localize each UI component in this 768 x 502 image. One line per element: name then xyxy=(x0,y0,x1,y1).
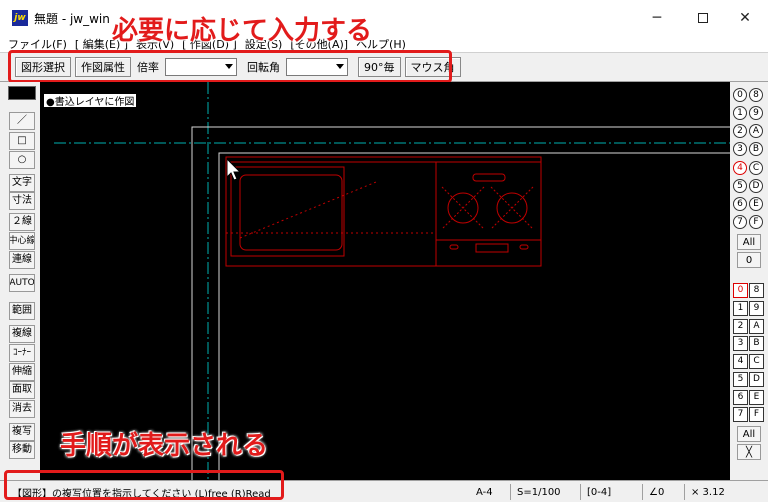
rectangle-tool-button[interactable]: □ xyxy=(9,132,35,150)
layer-6-button[interactable]: 6 xyxy=(733,390,748,405)
minimize-button[interactable]: ─ xyxy=(634,0,680,36)
group-8-button[interactable]: 8 xyxy=(749,88,763,102)
parallel-line-tool-button[interactable]: 複線 xyxy=(9,325,35,343)
status-layer[interactable]: [0-4] xyxy=(580,484,611,500)
window-title: 無題 - jw_win xyxy=(34,11,110,26)
layer-4-button[interactable]: 4 xyxy=(733,354,748,369)
right-layer-bar: 0 8 1 9 2 A 3 B 4 C 5 D 6 E 7 F All 0 0 … xyxy=(730,82,768,480)
status-paper-size[interactable]: A-4 xyxy=(470,484,493,500)
group-all-button[interactable]: All xyxy=(737,234,761,250)
layer-f-button[interactable]: F xyxy=(749,407,764,422)
group-a-button[interactable]: A xyxy=(749,124,763,138)
group-f-button[interactable]: F xyxy=(749,215,763,229)
layer-5-button[interactable]: 5 xyxy=(733,372,748,387)
group-b-button[interactable]: B xyxy=(749,142,763,156)
circle-tool-button[interactable]: ○ xyxy=(9,151,35,169)
layer-all-button[interactable]: All xyxy=(737,426,761,442)
group-3-button[interactable]: 3 xyxy=(733,142,747,156)
chamfer-tool-button[interactable]: 面取 xyxy=(9,381,35,399)
layer-7-button[interactable]: 7 xyxy=(733,407,748,422)
jw-win-window: jw 無題 - jw_win ─ ✕ ファイル(F) [ 編集(E) ] 表示(… xyxy=(0,0,768,502)
maximize-icon xyxy=(698,13,708,23)
layer-9-button[interactable]: 9 xyxy=(749,301,764,316)
group-9-button[interactable]: 9 xyxy=(749,106,763,120)
mouse-cursor-icon xyxy=(226,158,242,181)
stove-knob-left xyxy=(449,244,459,250)
layer-c-button[interactable]: C xyxy=(749,354,764,369)
toolbar-highlight-box xyxy=(8,50,452,83)
status-scale[interactable]: S=1/100 xyxy=(510,484,561,500)
group-4-button[interactable]: 4 xyxy=(733,161,747,175)
layer-clear-button[interactable]: ╳ xyxy=(737,444,761,460)
stove-vent xyxy=(472,173,506,182)
layer-1-button[interactable]: 1 xyxy=(733,301,748,316)
group-c-button[interactable]: C xyxy=(749,161,763,175)
layer-b-button[interactable]: B xyxy=(749,336,764,351)
maximize-button[interactable] xyxy=(680,0,726,36)
move-tool-button[interactable]: 移動 xyxy=(9,441,35,459)
range-tool-button[interactable]: 範囲 xyxy=(9,302,35,320)
app-icon: jw xyxy=(12,10,28,26)
left-toolbar: ／ □ ○ 文字 寸法 ２線 中心線 連線 AUTO 範囲 複線 ｺｰﾅｰ 伸縮… xyxy=(0,82,40,480)
close-button[interactable]: ✕ xyxy=(722,0,768,36)
group-zero-button[interactable]: 0 xyxy=(737,252,761,268)
layer-8-button[interactable]: 8 xyxy=(749,283,764,298)
counter-inner-outline xyxy=(230,166,345,257)
text-tool-button[interactable]: 文字 xyxy=(9,174,35,192)
group-d-button[interactable]: D xyxy=(749,179,763,193)
layer-0-button[interactable]: 0 xyxy=(733,283,748,298)
corner-tool-button[interactable]: ｺｰﾅｰ xyxy=(9,344,35,362)
status-angle[interactable]: ∠0 xyxy=(642,484,664,500)
copy-tool-button[interactable]: 複写 xyxy=(9,423,35,441)
layer-status-label: ●書込レイヤに作図 xyxy=(44,94,137,108)
status-highlight-box xyxy=(4,470,284,500)
layer-2-button[interactable]: 2 xyxy=(733,319,748,334)
sink-diagonal xyxy=(239,181,377,239)
dimension-tool-button[interactable]: 寸法 xyxy=(9,192,35,210)
group-1-button[interactable]: 1 xyxy=(733,106,747,120)
line-color-swatch[interactable] xyxy=(8,86,36,100)
auto-mode-button[interactable]: AUTO xyxy=(9,274,35,292)
status-zoom[interactable]: × 3.12 xyxy=(684,484,725,500)
stove-display xyxy=(475,243,509,253)
wall-inner-line xyxy=(218,152,730,480)
stretch-tool-button[interactable]: 伸縮 xyxy=(9,363,35,381)
line-tool-button[interactable]: ／ xyxy=(9,112,35,130)
center-line-tool-button[interactable]: 中心線 xyxy=(9,232,35,250)
kitchen-counter xyxy=(225,156,542,267)
layer-d-button[interactable]: D xyxy=(749,372,764,387)
double-line-tool-button[interactable]: ２線 xyxy=(9,213,35,231)
drawing-canvas[interactable]: ●書込レイヤに作図 xyxy=(40,82,730,480)
sink-bowl xyxy=(239,174,343,251)
layer-a-button[interactable]: A xyxy=(749,319,764,334)
group-6-button[interactable]: 6 xyxy=(733,197,747,211)
layer-3-button[interactable]: 3 xyxy=(733,336,748,351)
group-5-button[interactable]: 5 xyxy=(733,179,747,193)
group-0-button[interactable]: 0 xyxy=(733,88,747,102)
stove-knob-right xyxy=(519,244,529,250)
group-7-button[interactable]: 7 xyxy=(733,215,747,229)
annotation-input-as-needed: 必要に応じて入力する xyxy=(112,16,373,46)
layer-e-button[interactable]: E xyxy=(749,390,764,405)
wall-outer-line xyxy=(191,126,730,480)
group-e-button[interactable]: E xyxy=(749,197,763,211)
connect-line-tool-button[interactable]: 連線 xyxy=(9,251,35,269)
group-2-button[interactable]: 2 xyxy=(733,124,747,138)
drawing-svg xyxy=(54,82,730,480)
annotation-steps-shown: 手順が表示される xyxy=(60,431,269,461)
erase-tool-button[interactable]: 消去 xyxy=(9,400,35,418)
